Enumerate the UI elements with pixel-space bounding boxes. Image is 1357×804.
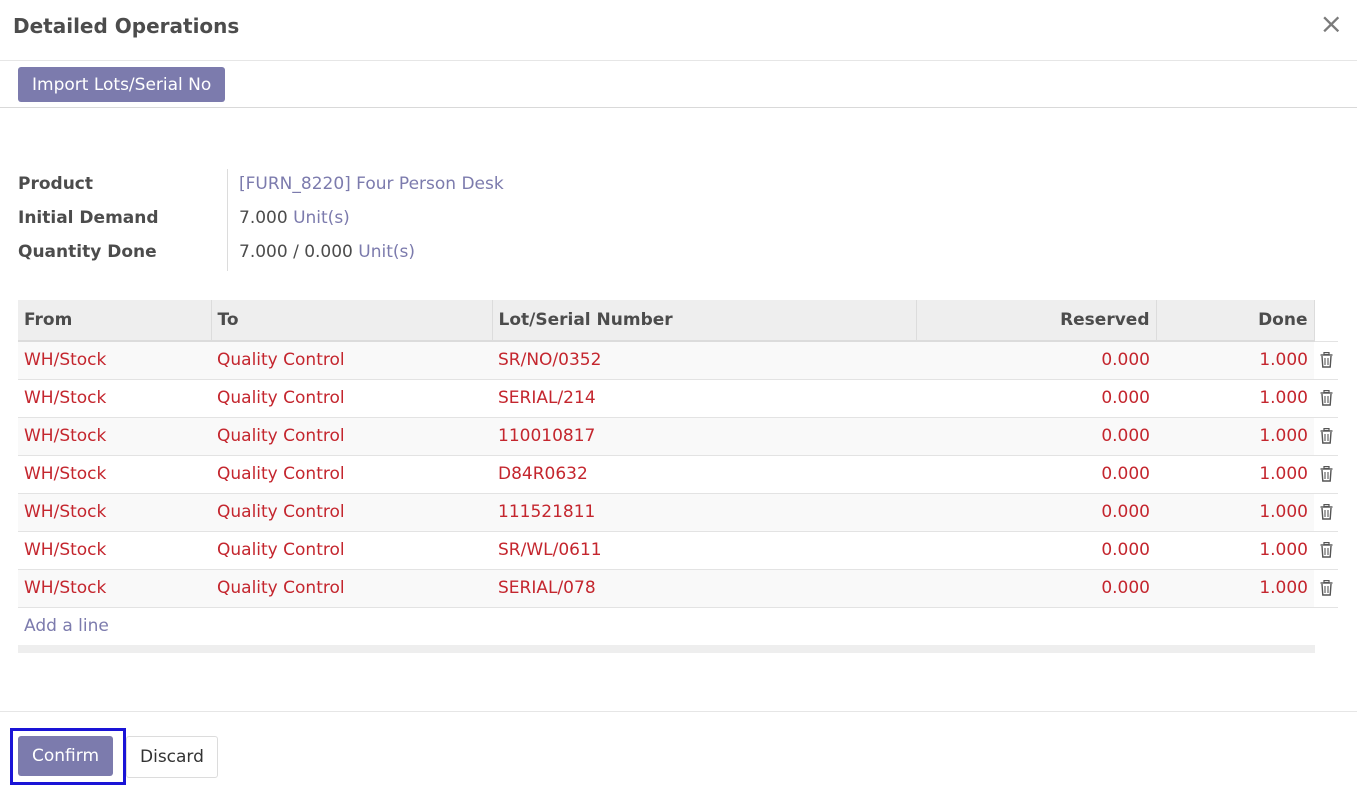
column-header-from[interactable]: From [18, 300, 212, 342]
cell-reserved[interactable]: 0.000 [916, 492, 1156, 531]
import-lots-button[interactable]: Import Lots/Serial No [18, 67, 226, 102]
confirm-button[interactable]: Confirm [18, 736, 114, 776]
cell-from[interactable]: WH/Stock [18, 340, 211, 379]
cell-reserved[interactable]: 0.000 [916, 340, 1156, 379]
cell-reserved[interactable]: 0.000 [916, 378, 1156, 417]
initial-demand-value: 7.000 Unit(s) [239, 208, 350, 228]
add-line-row: Add a line [18, 606, 1338, 645]
column-header-lot[interactable]: Lot/Serial Number [492, 300, 917, 342]
cell-to[interactable]: Quality Control [211, 492, 492, 531]
trash-icon[interactable] [1320, 428, 1333, 444]
cell-reserved[interactable]: 0.000 [916, 454, 1156, 493]
trash-icon[interactable] [1320, 580, 1333, 596]
trash-icon[interactable] [1320, 504, 1333, 520]
cell-from[interactable]: WH/Stock [18, 530, 211, 569]
initial-demand-uom[interactable]: Unit(s) [293, 208, 350, 228]
table-row[interactable]: WH/Stock Quality Control 110010817 0.000… [18, 416, 1338, 455]
trash-icon[interactable] [1320, 466, 1333, 482]
cell-lot[interactable]: D84R0632 [492, 454, 916, 493]
cell-done[interactable]: 1.000 [1156, 492, 1314, 531]
cell-to[interactable]: Quality Control [211, 340, 492, 379]
table-row[interactable]: WH/Stock Quality Control SERIAL/078 0.00… [18, 568, 1338, 607]
cell-lot[interactable]: SR/NO/0352 [492, 340, 916, 379]
table-row[interactable]: WH/Stock Quality Control 111521811 0.000… [18, 492, 1338, 531]
column-header-actions [1314, 300, 1338, 341]
cell-from[interactable]: WH/Stock [18, 492, 211, 531]
cell-reserved[interactable]: 0.000 [916, 568, 1156, 607]
cell-done[interactable]: 1.000 [1156, 378, 1314, 417]
cell-from[interactable]: WH/Stock [18, 568, 211, 607]
delete-row-button[interactable] [1314, 416, 1338, 455]
cell-from[interactable]: WH/Stock [18, 416, 211, 455]
dialog-footer: Confirm Discard [0, 711, 1357, 804]
delete-row-button[interactable] [1314, 492, 1338, 531]
column-header-to[interactable]: To [211, 300, 493, 342]
product-link[interactable]: [FURN_8220] Four Person Desk [239, 174, 504, 194]
table-row[interactable]: WH/Stock Quality Control SERIAL/214 0.00… [18, 378, 1338, 417]
column-header-done[interactable]: Done [1156, 300, 1315, 342]
delete-row-button[interactable] [1314, 378, 1338, 417]
control-panel: Import Lots/Serial No [0, 61, 1357, 108]
cell-from[interactable]: WH/Stock [18, 378, 211, 417]
cell-to[interactable]: Quality Control [211, 416, 492, 455]
cell-done[interactable]: 1.000 [1156, 416, 1314, 455]
info-divider [227, 169, 228, 271]
cell-lot[interactable]: 111521811 [492, 492, 916, 531]
cell-to[interactable]: Quality Control [211, 530, 492, 569]
table-row[interactable]: WH/Stock Quality Control D84R0632 0.000 … [18, 454, 1338, 493]
cell-to[interactable]: Quality Control [211, 568, 492, 607]
cell-done[interactable]: 1.000 [1156, 340, 1314, 379]
table-footer [18, 645, 1315, 653]
product-label: Product [18, 174, 93, 194]
cell-lot[interactable]: SERIAL/214 [492, 378, 916, 417]
discard-button[interactable]: Discard [126, 736, 218, 778]
cell-reserved[interactable]: 0.000 [916, 530, 1156, 569]
table-header-row: From To Lot/Serial Number Reserved Done [18, 300, 1338, 342]
trash-icon[interactable] [1320, 352, 1333, 368]
delete-row-button[interactable] [1314, 530, 1338, 569]
cell-lot[interactable]: 110010817 [492, 416, 916, 455]
cell-to[interactable]: Quality Control [211, 454, 492, 493]
quantity-done-qty: 7.000 / 0.000 [239, 242, 353, 262]
cell-done[interactable]: 1.000 [1156, 454, 1314, 493]
cell-done[interactable]: 1.000 [1156, 530, 1314, 569]
trash-icon[interactable] [1320, 390, 1333, 406]
operations-table-wrap: From To Lot/Serial Number Reserved Done … [18, 300, 1338, 653]
delete-row-button[interactable] [1314, 568, 1338, 607]
dialog-header: Detailed Operations × [0, 0, 1357, 61]
column-header-reserved[interactable]: Reserved [916, 300, 1157, 342]
trash-icon[interactable] [1320, 542, 1333, 558]
cell-lot[interactable]: SERIAL/078 [492, 568, 916, 607]
table-row[interactable]: WH/Stock Quality Control SR/WL/0611 0.00… [18, 530, 1338, 569]
initial-demand-qty: 7.000 [239, 208, 288, 228]
delete-row-button[interactable] [1314, 454, 1338, 493]
cell-reserved[interactable]: 0.000 [916, 416, 1156, 455]
cell-from[interactable]: WH/Stock [18, 454, 211, 493]
initial-demand-label: Initial Demand [18, 208, 159, 228]
cell-to[interactable]: Quality Control [211, 378, 492, 417]
cell-done[interactable]: 1.000 [1156, 568, 1314, 607]
add-line-link[interactable]: Add a line [18, 606, 1338, 645]
table-row[interactable]: WH/Stock Quality Control SR/NO/0352 0.00… [18, 340, 1338, 379]
quantity-done-value: 7.000 / 0.000 Unit(s) [239, 242, 415, 262]
operations-table: From To Lot/Serial Number Reserved Done … [18, 300, 1338, 645]
delete-row-button[interactable] [1314, 340, 1338, 379]
cell-lot[interactable]: SR/WL/0611 [492, 530, 916, 569]
quantity-done-uom[interactable]: Unit(s) [358, 242, 415, 262]
close-icon[interactable]: × [1320, 10, 1343, 38]
dialog-title: Detailed Operations [13, 14, 240, 38]
quantity-done-label: Quantity Done [18, 242, 157, 262]
